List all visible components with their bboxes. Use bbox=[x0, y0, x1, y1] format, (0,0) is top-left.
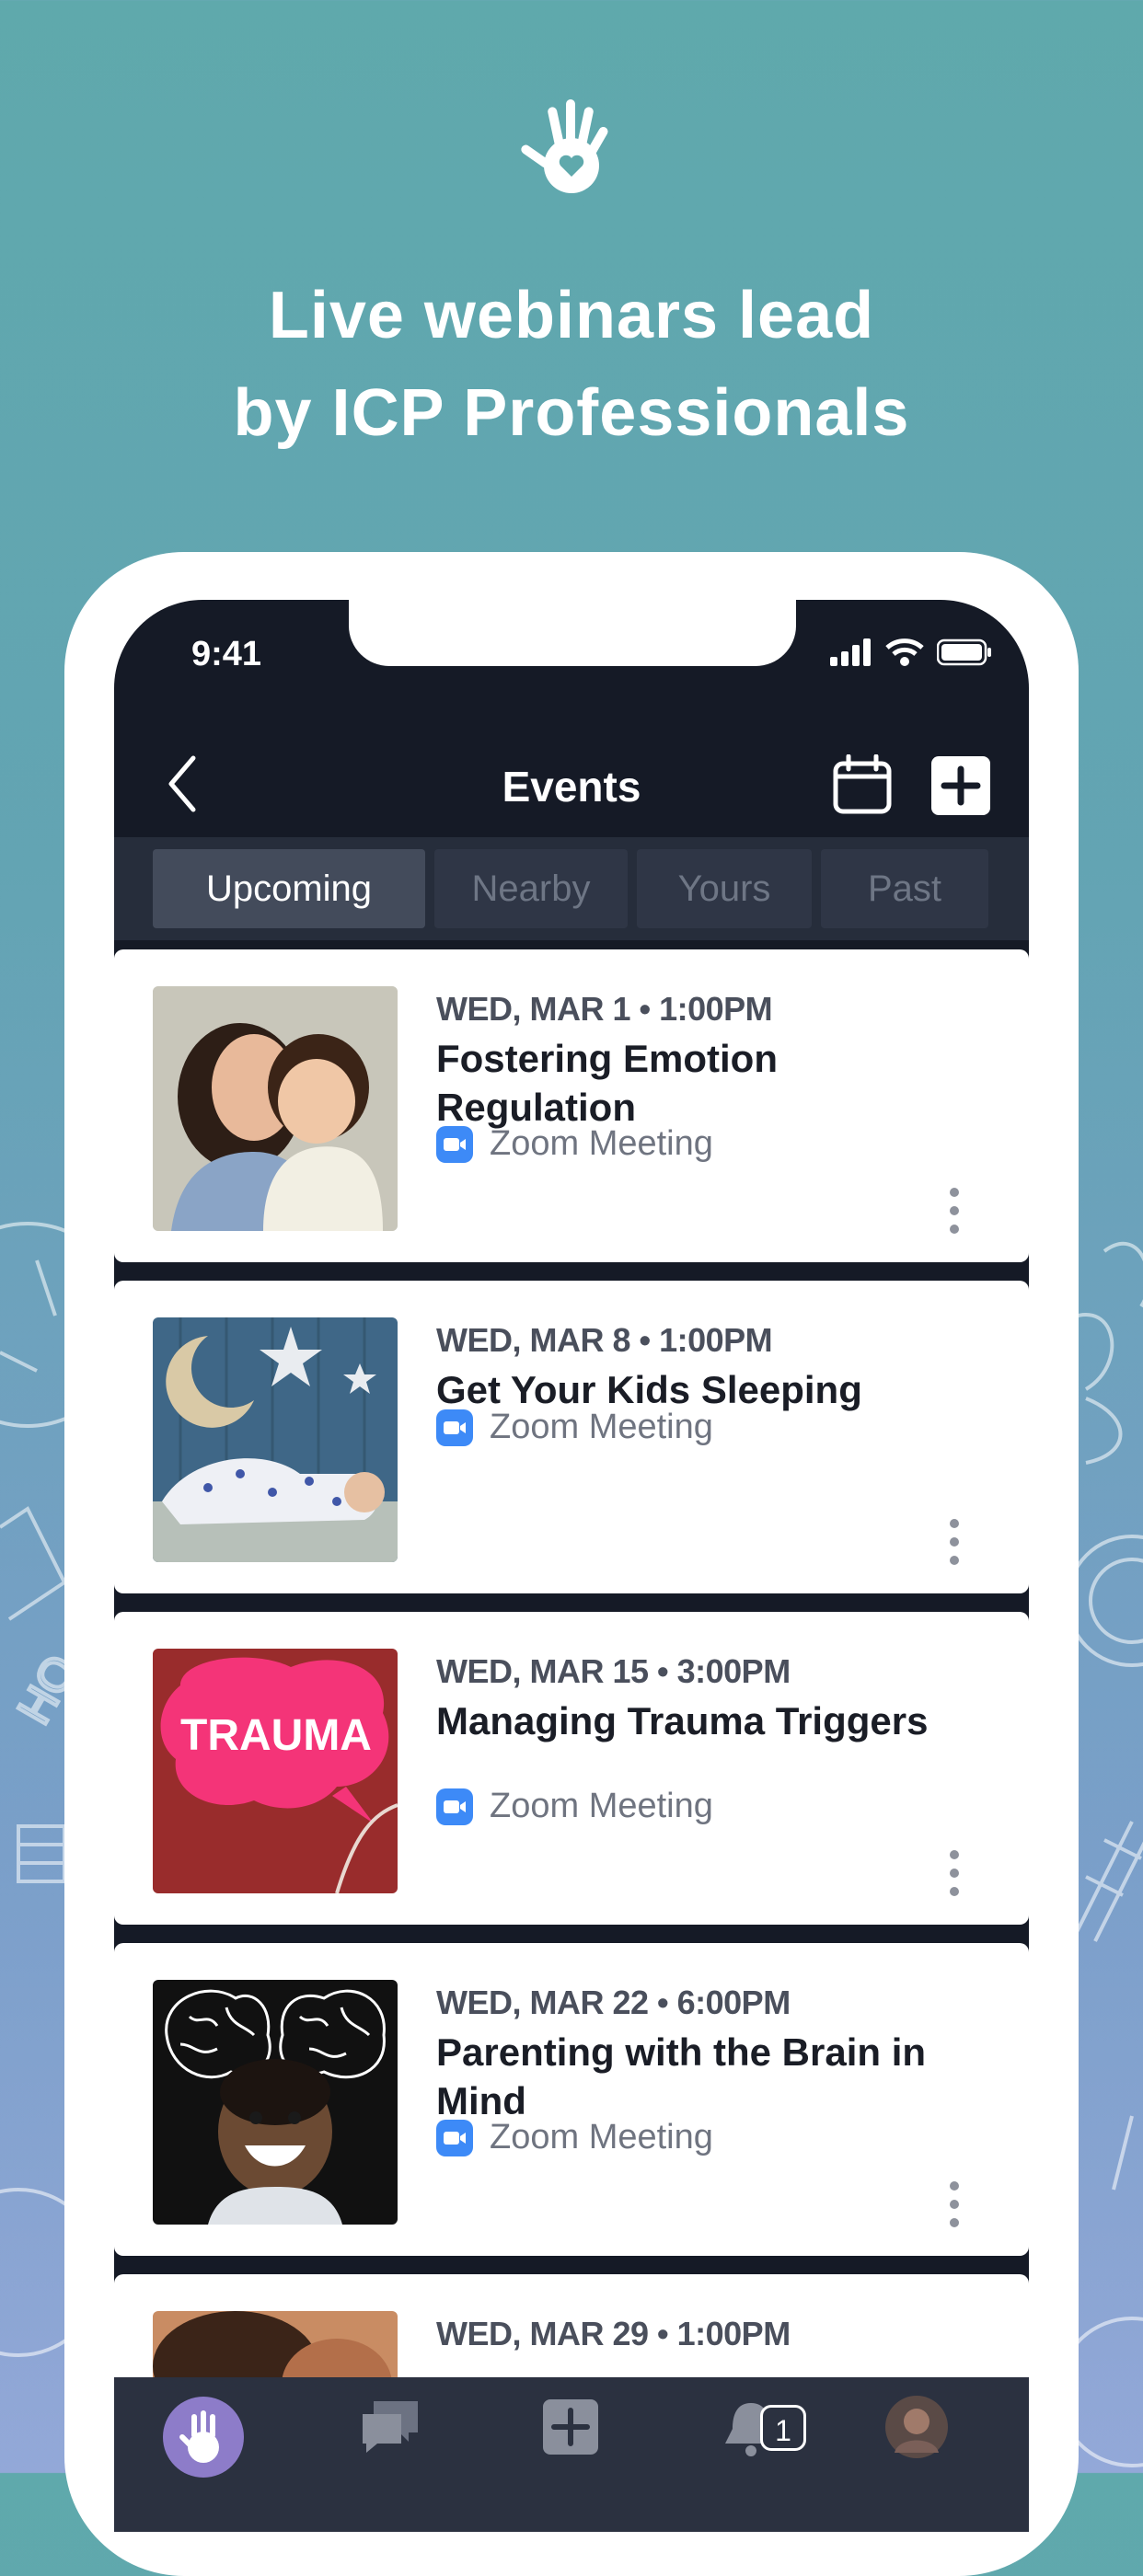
event-filter-tabs: Upcoming Nearby Yours Past bbox=[114, 837, 1029, 940]
status-time: 9:41 bbox=[191, 635, 262, 673]
event-title: Parenting with the Brain in Mind bbox=[436, 2030, 927, 2122]
nav-bar: Events bbox=[114, 738, 1029, 830]
event-card[interactable]: TRAUMA WED, MAR 15 • 3:00PM Managing Tra… bbox=[114, 1612, 1029, 1925]
thumbnail-text: TRAUMA bbox=[180, 1711, 372, 1760]
event-card[interactable]: WED, MAR 8 • 1:00PM Get Your Kids Sleepi… bbox=[114, 1281, 1029, 1593]
more-options-icon[interactable] bbox=[941, 1516, 968, 1568]
event-thumbnail bbox=[153, 1317, 398, 1562]
hero-headline-line2: by ICP Professionals bbox=[233, 376, 910, 450]
event-location: Zoom Meeting bbox=[436, 2118, 713, 2157]
event-date: WED, MAR 15 • 3:00PM bbox=[436, 1652, 791, 1690]
status-icons bbox=[830, 638, 992, 666]
bottom-tab-bar: 1 bbox=[114, 2377, 1029, 2532]
app-screen: 9:41 Events Upcoming Nearby Yours Past W… bbox=[114, 600, 1029, 2532]
event-card[interactable]: WED, MAR 22 • 6:00PM Parenting with the … bbox=[114, 1943, 1029, 2256]
more-options-icon[interactable] bbox=[941, 1847, 968, 1899]
event-location-label: Zoom Meeting bbox=[490, 1124, 713, 1163]
plus-icon bbox=[941, 765, 981, 806]
event-title: Managing Trauma Triggers bbox=[436, 1699, 929, 1742]
tab-nearby[interactable]: Nearby bbox=[434, 849, 628, 928]
zoom-video-icon bbox=[436, 2119, 473, 2156]
wifi-icon bbox=[885, 638, 924, 666]
event-date: WED, MAR 29 • 1:00PM bbox=[436, 2315, 791, 2352]
event-date: WED, MAR 8 • 1:00PM bbox=[436, 1321, 773, 1359]
zoom-video-icon bbox=[436, 1409, 473, 1446]
chat-icon[interactable] bbox=[357, 2394, 423, 2460]
event-date: WED, MAR 22 • 6:00PM bbox=[436, 1984, 791, 2021]
profile-avatar[interactable] bbox=[883, 2394, 950, 2460]
event-date: WED, MAR 1 • 1:00PM bbox=[436, 990, 773, 1028]
zoom-video-icon bbox=[436, 1125, 473, 1163]
hero-headline: Live webinars lead by ICP Professionals bbox=[0, 267, 1143, 462]
zoom-video-icon bbox=[436, 1788, 473, 1825]
tab-yours[interactable]: Yours bbox=[637, 849, 812, 928]
more-options-icon[interactable] bbox=[941, 2179, 968, 2230]
phone-notch bbox=[349, 600, 796, 666]
event-card[interactable]: WED, MAR 1 • 1:00PM Fostering Emotion Re… bbox=[114, 949, 1029, 1262]
signal-icon bbox=[830, 638, 871, 666]
notification-badge: 1 bbox=[760, 2405, 806, 2451]
add-icon[interactable] bbox=[537, 2394, 604, 2460]
tab-past[interactable]: Past bbox=[821, 849, 988, 928]
event-location-label: Zoom Meeting bbox=[490, 1408, 713, 1446]
battery-icon bbox=[937, 638, 991, 666]
event-location: Zoom Meeting bbox=[436, 1124, 713, 1164]
event-location: Zoom Meeting bbox=[436, 1787, 713, 1826]
calendar-icon[interactable] bbox=[832, 754, 893, 815]
more-options-icon[interactable] bbox=[941, 1185, 968, 1236]
event-location-label: Zoom Meeting bbox=[490, 1787, 713, 1825]
tab-upcoming[interactable]: Upcoming bbox=[153, 849, 425, 928]
event-thumbnail: TRAUMA bbox=[153, 1649, 398, 1893]
event-list: WED, MAR 1 • 1:00PM Fostering Emotion Re… bbox=[114, 949, 1029, 2532]
event-thumbnail bbox=[153, 1980, 398, 2225]
event-location: Zoom Meeting bbox=[436, 1408, 713, 1447]
home-icon[interactable] bbox=[162, 2396, 245, 2478]
event-thumbnail bbox=[153, 986, 398, 1231]
icp-hand-logo-icon bbox=[521, 99, 608, 193]
event-location-label: Zoom Meeting bbox=[490, 2118, 713, 2156]
event-title: Fostering Emotion Regulation bbox=[436, 1037, 778, 1129]
hero-headline-line1: Live webinars lead bbox=[268, 279, 875, 352]
add-event-button[interactable] bbox=[931, 756, 990, 815]
